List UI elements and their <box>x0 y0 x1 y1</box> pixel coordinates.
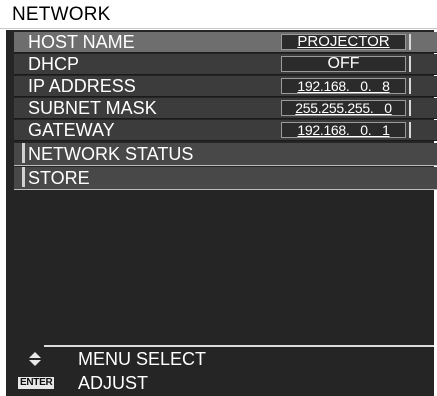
ip-address-value[interactable]: 192.168. 0. 8 <box>281 78 406 94</box>
menu-row-label: DHCP <box>28 54 80 74</box>
menu-row-host-name[interactable]: HOST NAME PROJECTOR <box>14 32 437 53</box>
menu-row-store[interactable]: STORE <box>14 167 437 190</box>
row-marker <box>22 167 25 187</box>
gateway-value[interactable]: 192.168. 0. 1 <box>281 122 406 138</box>
menu-row-label: GATEWAY <box>28 120 115 140</box>
dhcp-value[interactable]: OFF <box>281 56 406 72</box>
footer-divider <box>44 345 434 347</box>
up-down-arrows-icon <box>27 351 43 370</box>
menu-row-gateway[interactable]: GATEWAY 192.168. 0. 1 <box>14 120 437 141</box>
menu-row-label: IP ADDRESS <box>28 76 136 96</box>
host-name-value[interactable]: PROJECTOR <box>281 34 406 50</box>
subnet-mask-value[interactable]: 255.255.255. 0 <box>281 100 406 116</box>
menu-select-label: MENU SELECT <box>78 349 207 369</box>
value-edge-mark <box>409 34 411 50</box>
value-edge-mark <box>409 78 411 94</box>
title-bar: NETWORK <box>0 0 437 29</box>
menu-row-label: HOST NAME <box>28 32 135 52</box>
enter-key-icon: ENTER <box>18 377 55 389</box>
value-edge-mark <box>409 100 411 116</box>
value-edge-mark <box>409 122 411 138</box>
network-menu-panel: HOST NAME PROJECTOR DHCP OFF IP ADDRESS … <box>6 30 437 396</box>
page-title: NETWORK <box>12 4 111 25</box>
menu-row-ip-address[interactable]: IP ADDRESS 192.168. 0. 8 <box>14 76 437 97</box>
footer-menu-select: MENU SELECT <box>0 348 437 370</box>
footer-adjust: ENTER ADJUST <box>0 372 437 394</box>
menu-row-label: SUBNET MASK <box>28 98 157 118</box>
menu-row-label: NETWORK STATUS <box>28 144 194 164</box>
menu-row-network-status[interactable]: NETWORK STATUS <box>14 143 437 166</box>
value-edge-mark <box>409 56 411 72</box>
menu-row-label: STORE <box>28 168 90 188</box>
menu-row-dhcp[interactable]: DHCP OFF <box>14 54 437 75</box>
adjust-label: ADJUST <box>78 373 149 393</box>
menu-row-subnet-mask[interactable]: SUBNET MASK 255.255.255. 0 <box>14 98 437 119</box>
row-marker <box>22 143 25 163</box>
